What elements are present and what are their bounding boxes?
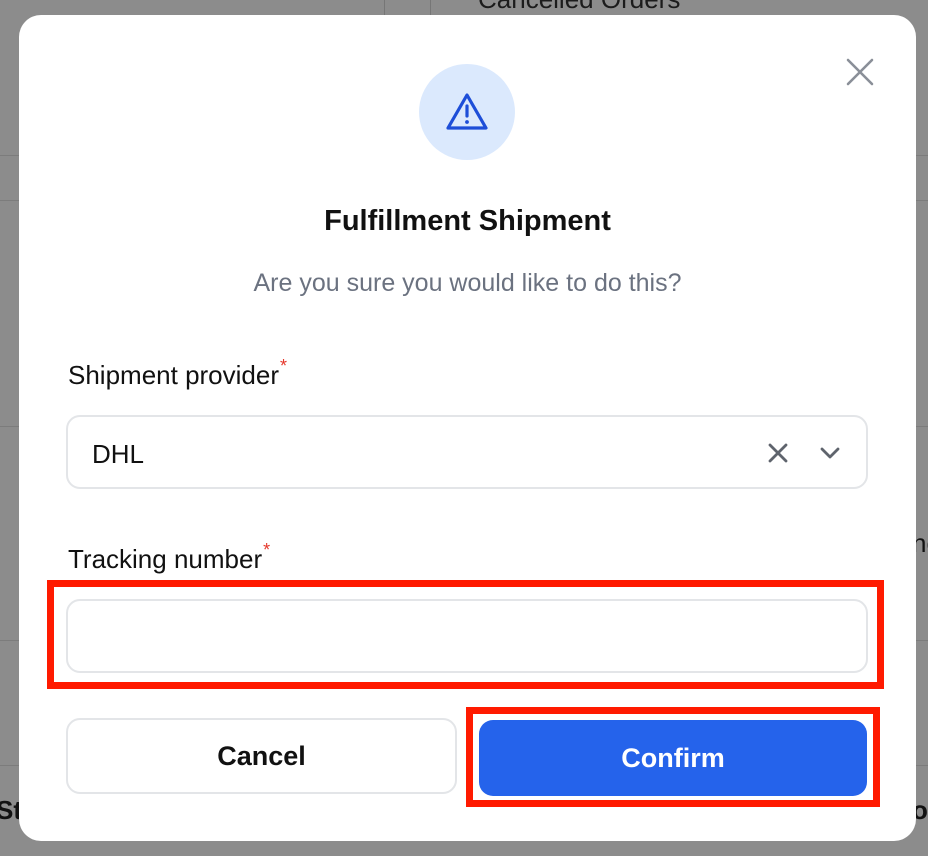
warning-badge — [419, 64, 515, 160]
required-mark: * — [280, 356, 288, 376]
clear-selection-button[interactable] — [764, 439, 792, 467]
shipment-provider-select[interactable]: DHL — [66, 415, 868, 489]
close-icon — [846, 58, 874, 86]
fulfillment-dialog: Fulfillment Shipment Are you sure you wo… — [19, 15, 916, 841]
tracking-number-label-text: Tracking number — [68, 544, 263, 574]
dropdown-toggle[interactable] — [816, 439, 844, 467]
close-button[interactable] — [844, 56, 876, 88]
shipment-provider-label: Shipment provider* — [68, 356, 287, 391]
tracking-number-input[interactable] — [66, 599, 868, 673]
tracking-number-label: Tracking number* — [68, 540, 270, 575]
clear-icon — [768, 443, 788, 463]
cancel-button[interactable]: Cancel — [66, 718, 457, 794]
dialog-title: Fulfillment Shipment — [324, 205, 611, 237]
shipment-provider-label-text: Shipment provider — [68, 360, 279, 390]
required-mark: * — [263, 540, 271, 560]
warning-triangle-icon — [446, 93, 488, 130]
confirm-button[interactable]: Confirm — [479, 720, 867, 796]
chevron-down-icon — [820, 447, 840, 459]
dialog-subtitle: Are you sure you would like to do this? — [253, 269, 682, 297]
shipment-provider-value: DHL — [92, 439, 145, 469]
